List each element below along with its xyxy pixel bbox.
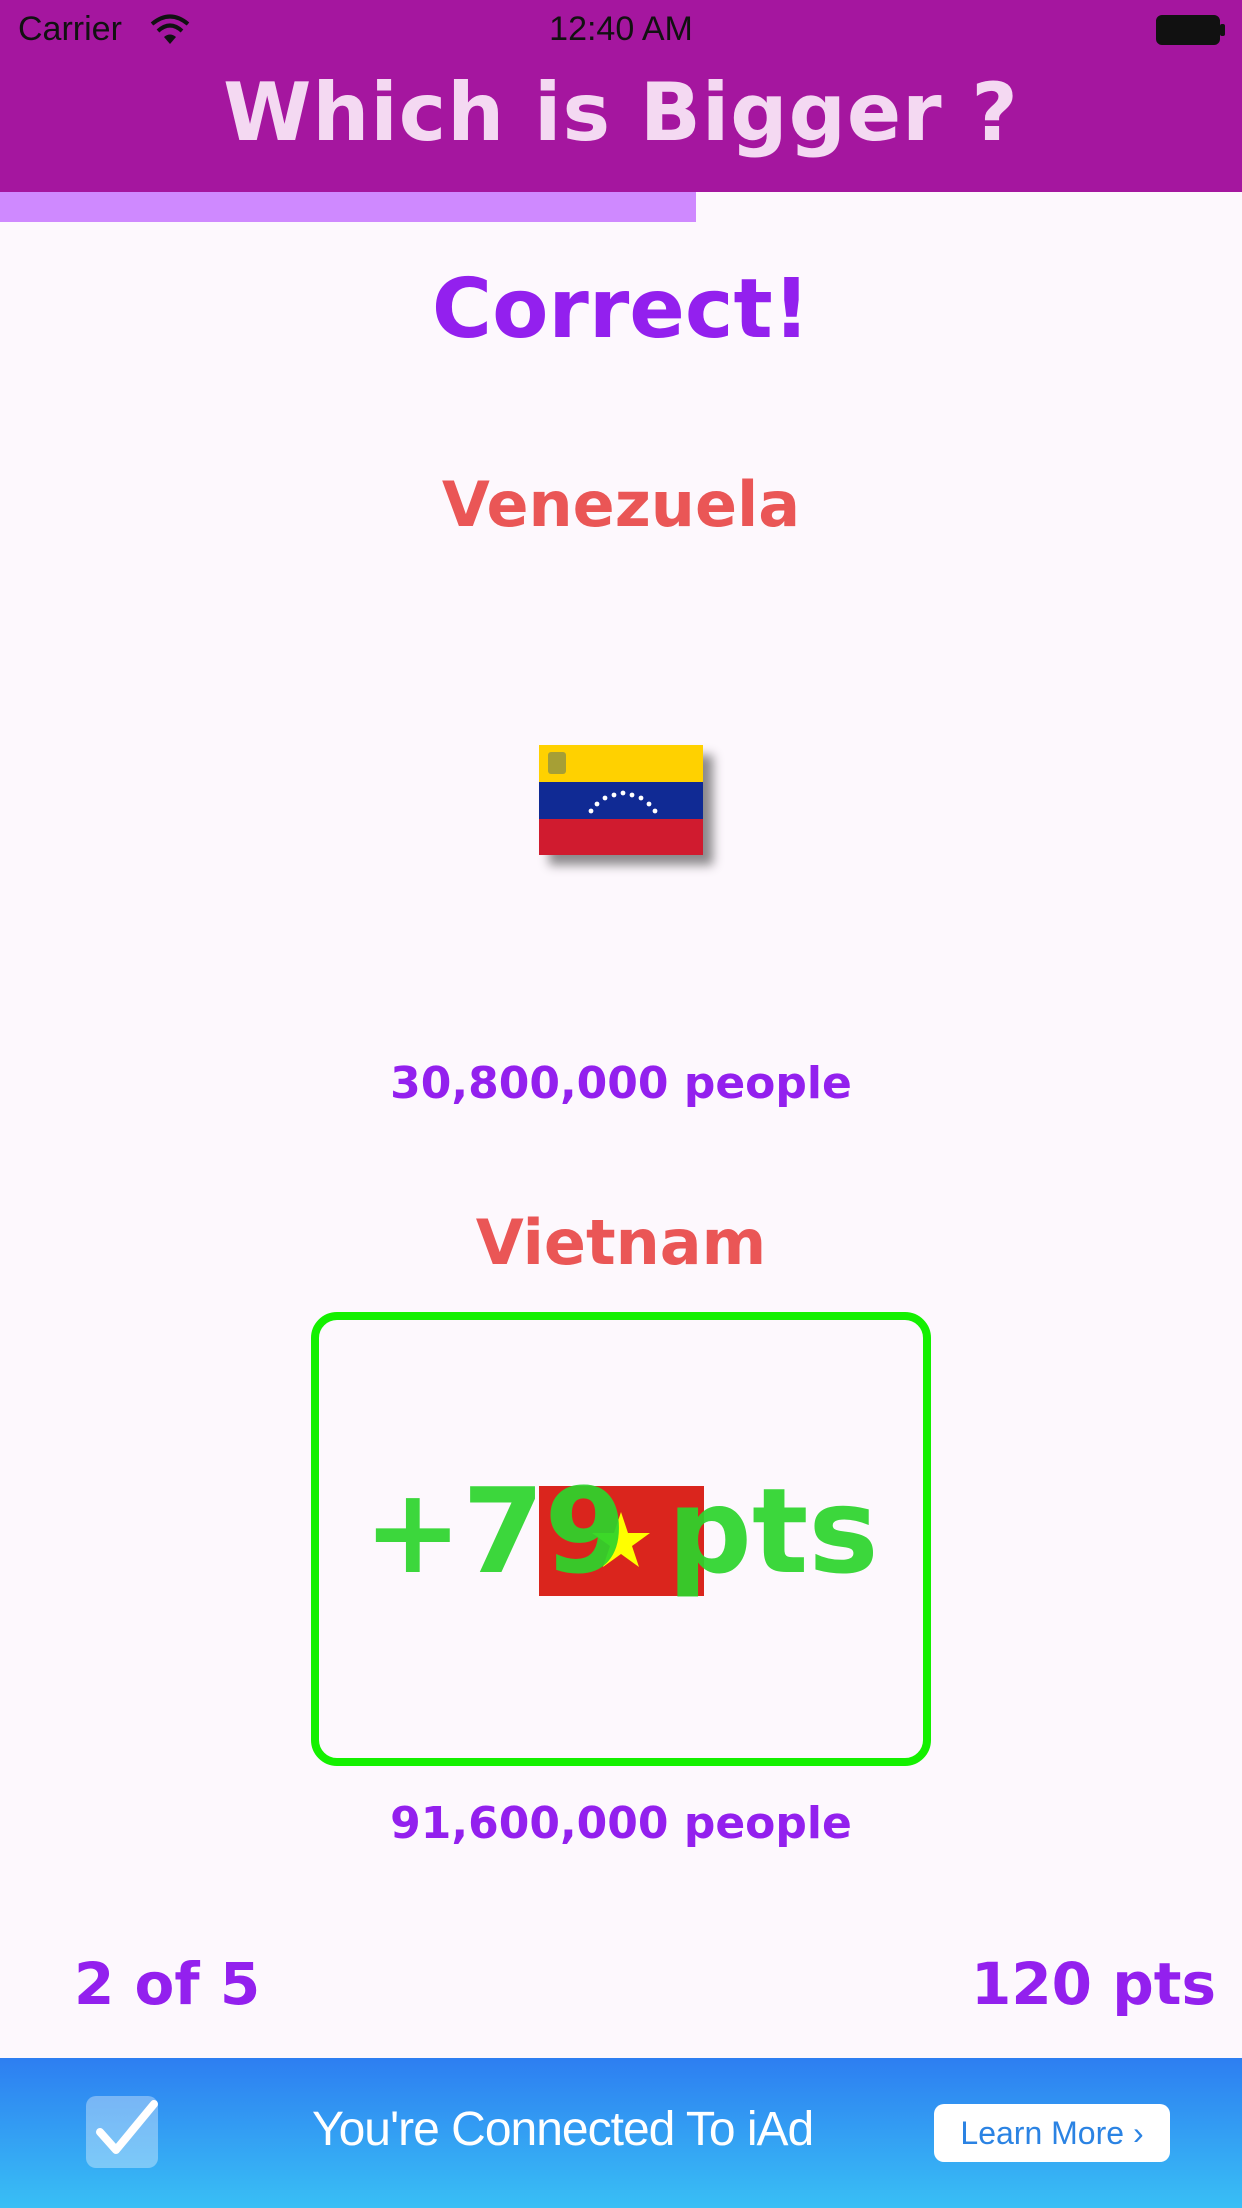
status-bar: Carrier 12:40 AM: [0, 0, 1242, 62]
check-icon: [86, 2096, 158, 2168]
country-name-second: Vietnam: [475, 1206, 767, 1279]
venezuela-flag-icon[interactable]: [539, 745, 703, 855]
clock: 12:40 AM: [549, 10, 693, 48]
question-counter: 2 of 5: [74, 1950, 261, 2018]
progress-bar: [0, 192, 1242, 222]
learn-more-label: Learn More: [960, 2115, 1125, 2151]
points-awarded: +79 pts: [363, 1462, 879, 1600]
page-title: Which is Bigger ?: [223, 66, 1019, 159]
learn-more-button[interactable]: Learn More ›: [934, 2104, 1170, 2162]
ad-banner[interactable]: You're Connected To iAd Learn More ›: [0, 2058, 1242, 2208]
ad-message: You're Connected To iAd: [312, 2103, 814, 2156]
battery-icon: [1156, 15, 1225, 45]
country-name-first: Venezuela: [441, 468, 801, 541]
population-first: 30,800,000 people: [390, 1058, 852, 1109]
result-message: Correct!: [431, 262, 811, 357]
score-display: 120 pts: [970, 1950, 1216, 2018]
chevron-right-icon: ›: [1132, 2115, 1144, 2151]
population-second: 91,600,000 people: [390, 1798, 852, 1849]
progress-fill: [0, 192, 696, 222]
